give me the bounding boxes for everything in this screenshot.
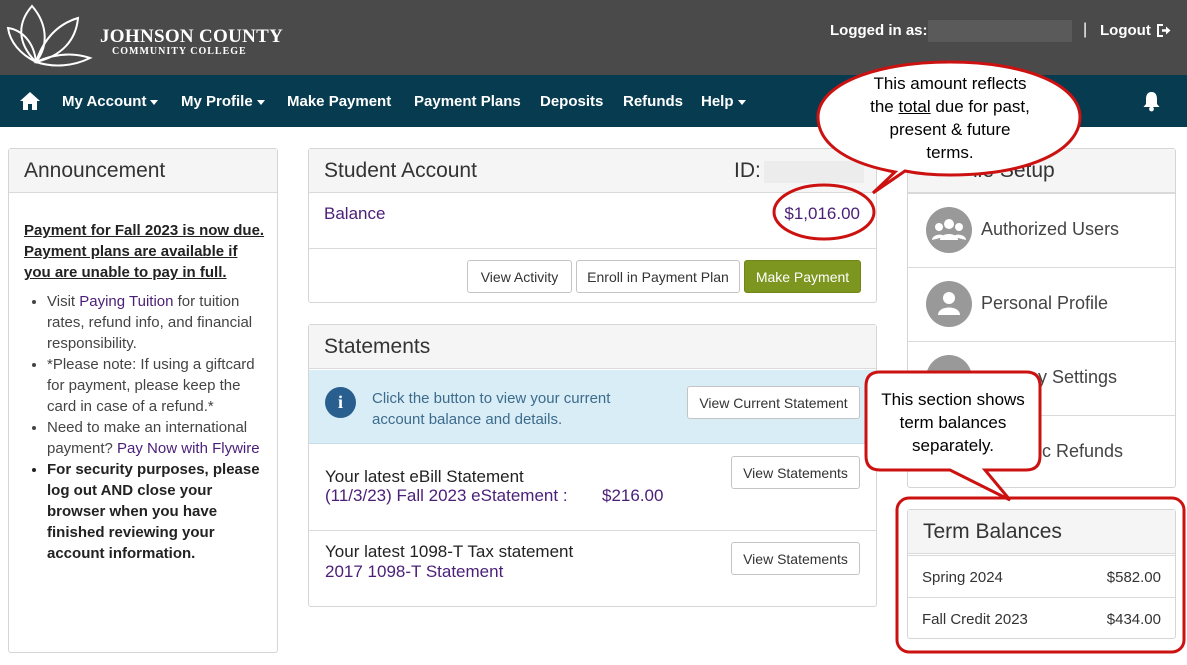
term-name: Fall Credit 2023: [922, 611, 1028, 628]
personal-profile-item[interactable]: Personal Profile: [908, 267, 1175, 341]
nav-payment-plans[interactable]: Payment Plans: [414, 93, 521, 110]
logged-in-label: Logged in as:: [830, 22, 928, 39]
bullet-text: Visit: [47, 293, 80, 310]
nav-my-profile-label: My Profile: [181, 93, 253, 110]
ebill-amount: $216.00: [602, 486, 664, 505]
announcement-list: Visit Paying Tuition for tuition rates, …: [9, 291, 266, 564]
list-item: For security purposes, please log out AN…: [47, 459, 266, 564]
logout-label: Logout: [1100, 22, 1151, 39]
statements-panel: Statements i Click the button to view yo…: [308, 324, 877, 607]
top-header: Johnson County Community College Logged …: [0, 0, 1187, 75]
callout-text: due for past,: [930, 97, 1030, 116]
electronic-refunds-label: ic Refunds: [1038, 441, 1124, 461]
callout-line: term balances: [899, 413, 1007, 432]
callout-line: the total due for past,: [845, 95, 1055, 118]
header-separator: |: [1083, 21, 1088, 38]
divider: [309, 530, 876, 531]
nav-my-profile[interactable]: My Profile: [181, 93, 265, 110]
list-item: Need to make an international payment? P…: [47, 417, 266, 459]
tax-statement-title: Your latest 1098-T Tax statement: [325, 542, 574, 561]
notification-bell-icon[interactable]: [1142, 91, 1161, 112]
college-logo-icon[interactable]: [6, 2, 98, 68]
announcement-headline: Payment for Fall 2023 is now due. Paymen…: [24, 222, 265, 281]
paying-tuition-link[interactable]: Paying Tuition: [79, 293, 173, 310]
term-balances-title: Term Balances: [908, 510, 1175, 554]
nav-refunds[interactable]: Refunds: [623, 93, 683, 110]
logout-icon: [1156, 24, 1171, 37]
info-icon: i: [325, 387, 356, 418]
username-redacted: [928, 20, 1072, 42]
term-balances-panel: Term Balances Spring 2024 $582.00 Fall C…: [907, 509, 1176, 639]
personal-profile-label: Personal Profile: [981, 293, 1109, 313]
term-callout-text: This section shows term balances separat…: [866, 388, 1040, 457]
term-name: Spring 2024: [922, 569, 1003, 586]
callout-line: This section shows: [881, 390, 1025, 409]
nav-my-account[interactable]: My Account: [62, 93, 159, 110]
nav-make-payment[interactable]: Make Payment: [287, 93, 391, 110]
balance-label[interactable]: Balance: [324, 204, 385, 224]
statement-info-text: Click the button to view your current ac…: [372, 390, 611, 428]
student-account-heading: Student Account: [324, 159, 477, 182]
list-item: Visit Paying Tuition for tuition rates, …: [47, 291, 266, 354]
tax-statement-link[interactable]: 2017 1098-T Statement: [325, 562, 503, 582]
divider: [309, 248, 876, 249]
authorized-users-item[interactable]: Authorized Users: [908, 193, 1175, 267]
logout-link[interactable]: Logout: [1100, 22, 1172, 39]
table-row: Spring 2024 $582.00: [908, 555, 1175, 597]
brand-subtitle: Community College: [112, 46, 247, 57]
chevron-down-icon: [150, 99, 159, 105]
announcement-title: Announcement: [9, 149, 277, 193]
statements-title: Statements: [309, 325, 876, 369]
view-current-statement-button[interactable]: View Current Statement: [687, 386, 860, 419]
statement-info-band: i Click the button to view your current …: [309, 370, 876, 444]
total-callout-text: This amount reflects the total due for p…: [845, 72, 1055, 164]
brand-text[interactable]: Johnson County Community College: [100, 27, 283, 57]
callout-text: the: [870, 97, 899, 116]
table-row: Fall Credit 2023 $434.00: [908, 597, 1175, 639]
callout-line: separately.: [912, 436, 994, 455]
nav-my-account-label: My Account: [62, 93, 147, 110]
callout-line: This amount reflects: [873, 74, 1027, 93]
brand-name: Johnson County: [100, 26, 284, 47]
security-settings-label: y Settings: [1038, 367, 1118, 387]
balance-value: $1,016.00: [784, 204, 860, 223]
chevron-down-icon: [737, 99, 746, 105]
home-icon[interactable]: [19, 91, 41, 111]
user-icon: [926, 281, 972, 327]
list-item: *Please note: If using a giftcard for pa…: [47, 354, 266, 417]
authorized-users-label: Authorized Users: [981, 219, 1120, 239]
flywire-link[interactable]: Pay Now with Flywire: [117, 440, 260, 457]
make-payment-button[interactable]: Make Payment: [744, 260, 861, 293]
ebill-title: Your latest eBill Statement: [325, 467, 524, 486]
announcement-panel: Announcement Payment for Fall 2023 is no…: [8, 148, 278, 653]
view-tax-statements-button[interactable]: View Statements: [731, 542, 860, 575]
student-id-label: ID:: [734, 159, 761, 182]
nav-deposits[interactable]: Deposits: [540, 93, 603, 110]
term-amount: $582.00: [1106, 569, 1161, 586]
view-activity-button[interactable]: View Activity: [467, 260, 572, 293]
callout-line: terms.: [926, 143, 974, 162]
chevron-down-icon: [256, 99, 265, 105]
callout-line: present & future: [889, 120, 1011, 139]
student-id-redacted: [764, 161, 864, 183]
ebill-statement-link[interactable]: (11/3/23) Fall 2023 eStatement :: [325, 486, 568, 506]
nav-help[interactable]: Help: [701, 93, 746, 110]
callout-underline-text: total: [898, 97, 931, 116]
users-group-icon: [926, 207, 972, 253]
enroll-payment-plan-button[interactable]: Enroll in Payment Plan: [576, 260, 740, 293]
nav-help-label: Help: [701, 93, 734, 110]
student-account-panel: Student Account ID: Balance $1,016.00 Vi…: [308, 148, 877, 303]
term-amount: $434.00: [1106, 611, 1161, 628]
view-statements-button[interactable]: View Statements: [731, 456, 860, 489]
